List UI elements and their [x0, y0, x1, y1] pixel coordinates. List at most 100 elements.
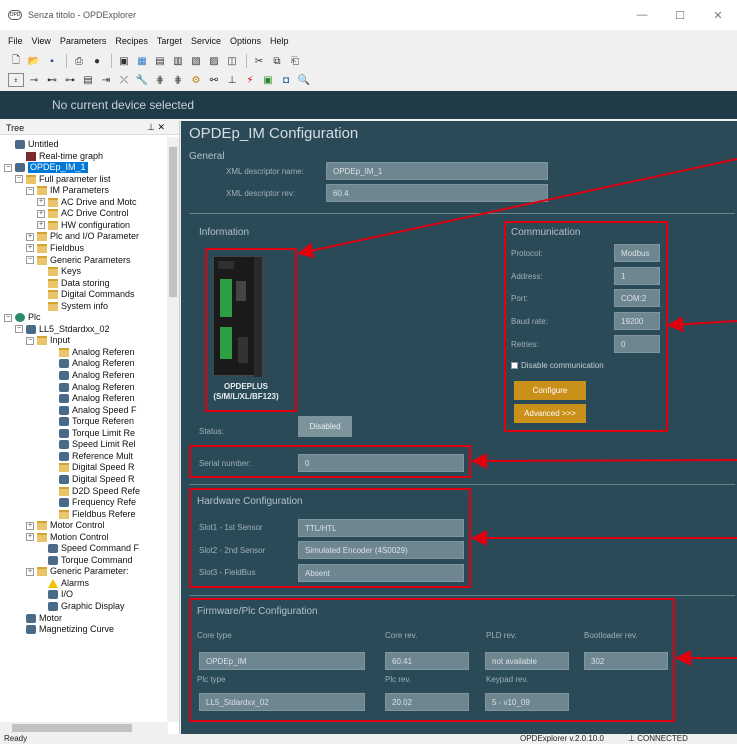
disconnect-icon[interactable]: ⊷ — [44, 73, 60, 87]
upload-icon[interactable]: ▧ — [188, 54, 204, 68]
send-icon[interactable]: ⇥ — [98, 73, 114, 87]
help-icon[interactable]: ● — [89, 54, 105, 68]
drive-icon[interactable]: ⍖ — [8, 73, 24, 87]
tree-node[interactable]: − OPDEp_IM_1 — [4, 162, 88, 174]
tree-node[interactable]: Analog Referen — [48, 382, 135, 393]
tree-node[interactable]: Analog Referen — [48, 347, 135, 358]
new-file-icon[interactable]: 🗋 — [8, 54, 24, 68]
collapse-icon[interactable]: − — [4, 163, 12, 172]
tree-node[interactable]: Torque Referen — [48, 416, 134, 427]
paste-icon[interactable]: ⎗ — [287, 54, 303, 68]
tree-node[interactable]: Reference Mult — [48, 451, 133, 462]
compare-icon[interactable]: ▨ — [206, 54, 222, 68]
tree-node[interactable]: Graphic Display — [37, 601, 125, 612]
close-button[interactable]: ✕ — [699, 0, 737, 30]
tree-node[interactable]: Untitled — [4, 139, 59, 150]
collapse-icon[interactable]: − — [26, 336, 34, 345]
tree-node[interactable]: + HW configuration — [37, 220, 130, 231]
collapse-icon[interactable]: − — [15, 175, 23, 184]
status-disabled-button[interactable]: Disabled — [298, 416, 352, 437]
tree-node[interactable]: Real-time graph — [15, 151, 103, 162]
tree-node[interactable]: + Motion Control — [26, 532, 109, 543]
tree-node[interactable]: + Motor Control — [26, 520, 105, 531]
tree-node[interactable]: − Plc — [4, 312, 41, 323]
expand-icon[interactable]: + — [37, 221, 45, 230]
terminal-icon[interactable]: ▣ — [260, 73, 276, 87]
collapse-icon[interactable]: − — [4, 313, 12, 322]
tree-node[interactable]: + Generic Parameter: — [26, 566, 129, 577]
expand-icon[interactable]: + — [26, 567, 34, 576]
grid-icon[interactable]: ▦ — [134, 54, 150, 68]
open-file-icon[interactable]: 📂 — [26, 54, 42, 68]
menu-recipes[interactable]: Recipes — [115, 36, 148, 46]
xml-name-field[interactable]: OPDEp_IM_1 — [326, 162, 548, 180]
tree-node[interactable]: + Plc and I/O Parameter — [26, 231, 139, 242]
tree-node[interactable]: System info — [37, 301, 108, 312]
connect-icon[interactable]: ⊸ — [26, 73, 42, 87]
menu-file[interactable]: File — [8, 36, 23, 46]
expand-icon[interactable]: + — [26, 244, 34, 253]
tree-node[interactable]: − Input — [26, 335, 70, 346]
tree-node[interactable]: Speed Limit Rel — [48, 439, 136, 450]
expand-icon[interactable]: + — [26, 521, 34, 530]
download-icon[interactable]: ▥ — [170, 54, 186, 68]
tree-node[interactable]: Motor — [15, 613, 62, 624]
filter2-icon[interactable]: ⋕ — [170, 73, 186, 87]
tree-node[interactable]: Analog Referen — [48, 358, 135, 369]
cut-icon[interactable]: ✂ — [251, 54, 267, 68]
table-icon[interactable]: ▤ — [80, 73, 96, 87]
menu-parameters[interactable]: Parameters — [60, 36, 107, 46]
chain-icon[interactable]: ⚯ — [206, 73, 222, 87]
collapse-icon[interactable]: − — [26, 256, 34, 264]
expand-icon[interactable]: + — [37, 209, 45, 218]
tree-node[interactable]: Digital Speed R — [48, 474, 135, 485]
tree-node[interactable]: Frequency Refe — [48, 497, 136, 508]
xml-rev-field[interactable]: 60.4 — [326, 184, 548, 202]
expand-icon[interactable]: + — [37, 198, 45, 207]
maximize-button[interactable]: ☐ — [661, 0, 699, 30]
expand-icon[interactable]: + — [26, 533, 34, 542]
tree-node[interactable]: − Generic Parameters — [26, 255, 131, 266]
menu-target[interactable]: Target — [157, 36, 182, 46]
tree-node[interactable]: + AC Drive and Motc — [37, 197, 137, 208]
filter-icon[interactable]: ⋕ — [152, 73, 168, 87]
tree-node[interactable]: I/O — [37, 589, 73, 600]
tree-node[interactable]: Magnetizing Curve — [15, 624, 114, 635]
expand-icon[interactable]: + — [26, 232, 34, 241]
tree-pin-close-controls[interactable]: ⊥ ✕ — [147, 122, 165, 133]
io-icon[interactable]: ⊶ — [62, 73, 78, 87]
tree-node[interactable]: − Full parameter list — [15, 174, 111, 185]
tree-node[interactable]: Torque Limit Re — [48, 428, 135, 439]
copy-icon[interactable]: ⧉ — [269, 54, 285, 68]
menu-view[interactable]: View — [32, 36, 51, 46]
tree-node[interactable]: Fieldbus Refere — [48, 509, 136, 520]
tree-node[interactable]: Analog Referen — [48, 393, 135, 404]
lightning-icon[interactable]: ⚡ — [242, 73, 258, 87]
menu-options[interactable]: Options — [230, 36, 261, 46]
collapse-icon[interactable]: − — [15, 325, 23, 334]
collapse-icon[interactable]: − — [26, 186, 34, 195]
tree-node[interactable]: D2D Speed Refe — [48, 486, 140, 497]
monitor-icon[interactable]: ⚙ — [188, 73, 204, 87]
list-icon[interactable]: ▤ — [152, 54, 168, 68]
menu-help[interactable]: Help — [270, 36, 289, 46]
tree-node[interactable]: Speed Command F — [37, 543, 139, 554]
print-icon[interactable]: ⎙ — [71, 54, 87, 68]
settings-icon[interactable]: ◘ — [278, 73, 294, 87]
tree-vertical-scrollbar[interactable] — [167, 137, 179, 722]
search-icon[interactable]: 🔍 — [296, 73, 312, 87]
tree-node[interactable]: Digital Commands — [37, 289, 135, 300]
tree-node[interactable]: − IM Parameters — [26, 185, 109, 196]
export-icon[interactable]: ◫ — [224, 54, 240, 68]
stop-icon[interactable]: ⤫ — [116, 73, 132, 87]
save-icon[interactable]: ▪ — [44, 54, 60, 68]
tree-node[interactable]: − LL5_Stdardxx_02 — [15, 324, 110, 335]
wrench-icon[interactable]: 🔧 — [134, 73, 150, 87]
tree-node[interactable]: Keys — [37, 266, 81, 277]
tree-node[interactable]: Data storing — [37, 278, 110, 289]
tree-node[interactable]: Analog Speed F — [48, 405, 137, 416]
tree-node[interactable]: Digital Speed R — [48, 462, 135, 473]
tree-horizontal-scrollbar[interactable] — [0, 722, 168, 734]
pulse-icon[interactable]: ⊥ — [224, 73, 240, 87]
tree-node[interactable]: Torque Command — [37, 555, 133, 566]
